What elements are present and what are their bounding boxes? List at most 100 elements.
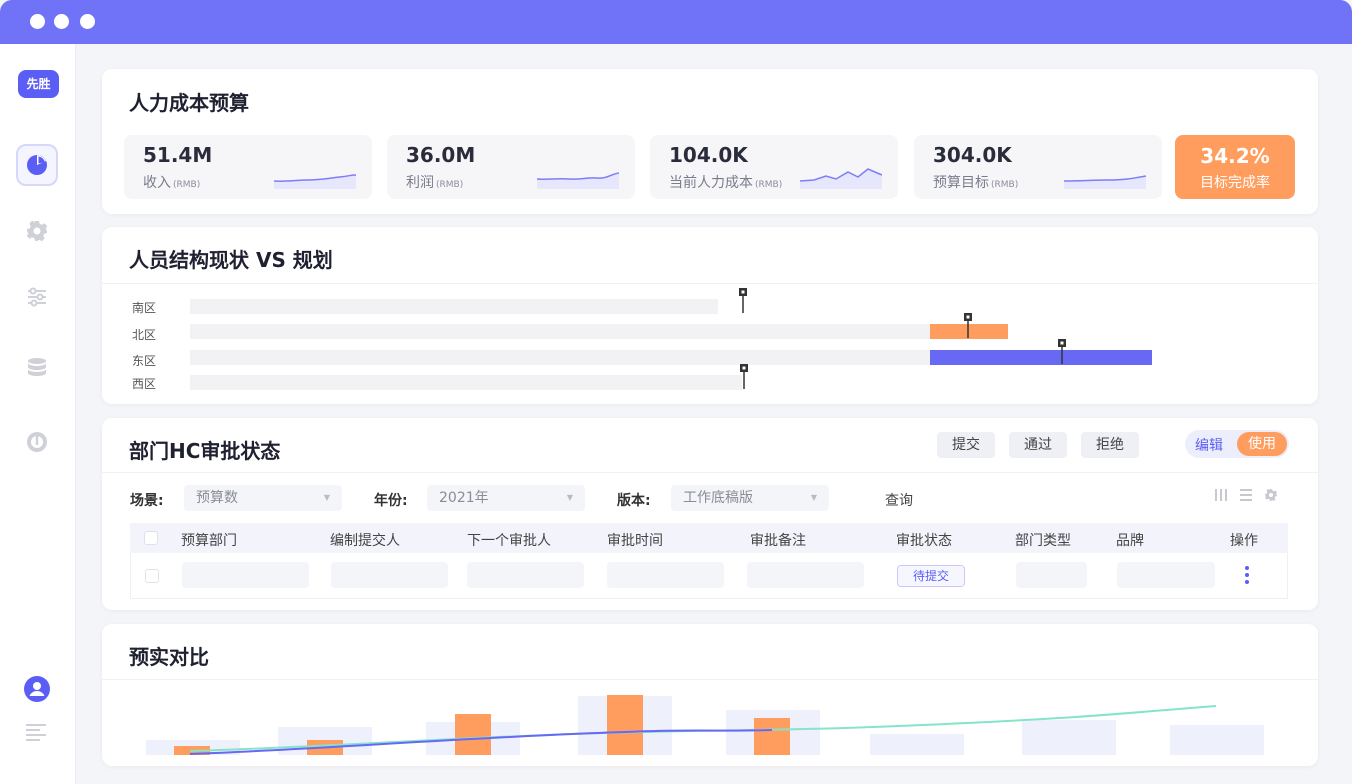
column-toggle-icon[interactable]	[1214, 488, 1228, 502]
kpi-value: 34.2%	[1200, 144, 1270, 168]
current-bar	[190, 350, 930, 365]
cell-placeholder	[331, 562, 448, 588]
comparison-card: 预实对比	[102, 624, 1318, 766]
sidebar-item-database[interactable]	[16, 347, 58, 389]
more-actions-icon[interactable]	[1239, 563, 1255, 587]
window-dot[interactable]	[80, 14, 95, 29]
column-header[interactable]: 审批时间	[607, 530, 663, 550]
sidebar-item-menu[interactable]	[16, 712, 58, 754]
kpi-label: 利润 (RMB)	[406, 175, 464, 191]
pie-chart-icon	[27, 155, 47, 175]
sparkline	[274, 174, 356, 189]
sidebar-item-dashboard[interactable]	[16, 144, 58, 186]
actual-bar	[607, 695, 643, 755]
sidebar-item-monitor[interactable]	[16, 421, 58, 463]
chevron-down-icon: ▼	[810, 493, 817, 502]
current-bar	[190, 375, 742, 390]
cell-placeholder	[1016, 562, 1087, 588]
window-dot[interactable]	[54, 14, 69, 29]
sparkline	[537, 172, 619, 189]
scene-select[interactable]: 预算数 ▼	[184, 485, 342, 511]
comparison-chart	[146, 695, 1264, 755]
scene-label: 场景:	[130, 493, 164, 509]
status-badge: 待提交	[897, 565, 965, 587]
actual-bar	[455, 714, 491, 755]
budget-card: 人力成本预算 51.4M 收入 (RMB) 36.0M 利润 (RMB) 104.0…	[102, 69, 1318, 214]
budget-bar	[1022, 720, 1116, 755]
sidebar-item-profile[interactable]	[16, 668, 58, 710]
column-header: 操作	[1230, 533, 1258, 549]
cell-placeholder	[182, 562, 309, 588]
kpi-completion-rate[interactable]: 34.2% 目标完成率	[1175, 135, 1295, 199]
reject-button[interactable]: 拒绝	[1081, 432, 1139, 458]
cell-placeholder	[607, 562, 724, 588]
chevron-down-icon: ▼	[566, 493, 573, 502]
submit-button[interactable]: 提交	[937, 432, 995, 458]
toggle-use-option[interactable]: 使用	[1237, 432, 1287, 456]
kpi-value: 104.0K	[669, 143, 748, 167]
budget-title: 人力成本预算	[129, 91, 249, 115]
select-all-checkbox[interactable]	[144, 531, 158, 545]
window-dot[interactable]	[30, 14, 45, 29]
target-marker-dot	[966, 315, 970, 319]
structure-card: 人员结构现状 VS 规划 南区 北区 东区 西区	[102, 227, 1318, 404]
kpi-value: 51.4M	[143, 143, 213, 167]
kpi-value: 304.0K	[933, 143, 1012, 167]
current-bar	[190, 299, 718, 314]
target-marker-dot	[742, 366, 746, 370]
column-header[interactable]: 编制提交人	[330, 530, 400, 550]
column-header[interactable]: 品牌	[1116, 530, 1144, 550]
year-select[interactable]: 2021年 ▼	[427, 485, 585, 511]
sparkline	[1064, 175, 1146, 189]
edit-use-toggle[interactable]: 编辑 使用	[1185, 430, 1289, 458]
kpi-labor-cost[interactable]: 104.0K 当前人力成本 (RMB)	[650, 135, 898, 199]
kpi-revenue[interactable]: 51.4M 收入 (RMB)	[124, 135, 372, 199]
app-logo: 先胜	[18, 70, 59, 98]
budget-bar	[1170, 725, 1264, 755]
query-button[interactable]: 查询	[885, 490, 913, 510]
cell-placeholder	[1117, 562, 1215, 588]
row-checkbox[interactable]	[145, 569, 159, 583]
planned-bar	[930, 350, 1152, 365]
sidebar-item-filters[interactable]	[16, 276, 58, 318]
table-row[interactable]: 待提交	[130, 553, 1288, 599]
version-label: 版本:	[617, 493, 651, 509]
column-header[interactable]: 审批备注	[750, 530, 806, 550]
toggle-edit-option[interactable]: 编辑	[1195, 435, 1223, 455]
column-header[interactable]: 下一个审批人	[467, 530, 551, 550]
kpi-profit[interactable]: 36.0M 利润 (RMB)	[387, 135, 635, 199]
list-density-icon[interactable]	[1239, 488, 1253, 502]
database-icon	[28, 358, 46, 376]
divider	[102, 472, 1318, 473]
gear-icon	[26, 220, 48, 242]
user-avatar-icon	[24, 676, 50, 702]
column-header[interactable]: 预算部门	[181, 530, 237, 550]
sidebar: 先胜	[0, 44, 76, 784]
chevron-down-icon: ▼	[323, 493, 330, 502]
table-settings-gear-icon[interactable]	[1264, 488, 1278, 502]
column-header[interactable]: 审批状态	[896, 530, 952, 550]
version-select[interactable]: 工作底稿版 ▼	[671, 485, 829, 511]
cell-placeholder	[467, 562, 584, 588]
year-label: 年份:	[374, 493, 408, 509]
menu-lines-icon	[26, 724, 46, 741]
kpi-budget-target[interactable]: 304.0K 预算目标 (RMB)	[914, 135, 1162, 199]
gauge-icon	[27, 432, 47, 452]
column-header[interactable]: 部门类型	[1015, 530, 1071, 550]
sliders-icon	[28, 287, 46, 307]
sidebar-item-settings[interactable]	[16, 210, 58, 252]
window-titlebar	[0, 0, 1352, 44]
target-marker-dot	[1060, 341, 1064, 345]
kpi-value: 36.0M	[406, 143, 476, 167]
kpi-label: 收入 (RMB)	[143, 175, 201, 191]
budget-bar	[870, 734, 964, 755]
approve-button[interactable]: 通过	[1009, 432, 1067, 458]
approval-title: 部门HC审批状态	[129, 439, 281, 463]
actual-bars	[174, 695, 790, 755]
planned-bar	[930, 324, 1008, 339]
cell-placeholder	[747, 562, 864, 588]
target-marker-dot	[741, 290, 745, 294]
current-bar	[190, 324, 930, 339]
approval-card: 部门HC审批状态 提交 通过 拒绝 编辑 使用 场景: 预算数 ▼ 年份: 202…	[102, 418, 1318, 610]
structure-bars	[190, 288, 1152, 390]
